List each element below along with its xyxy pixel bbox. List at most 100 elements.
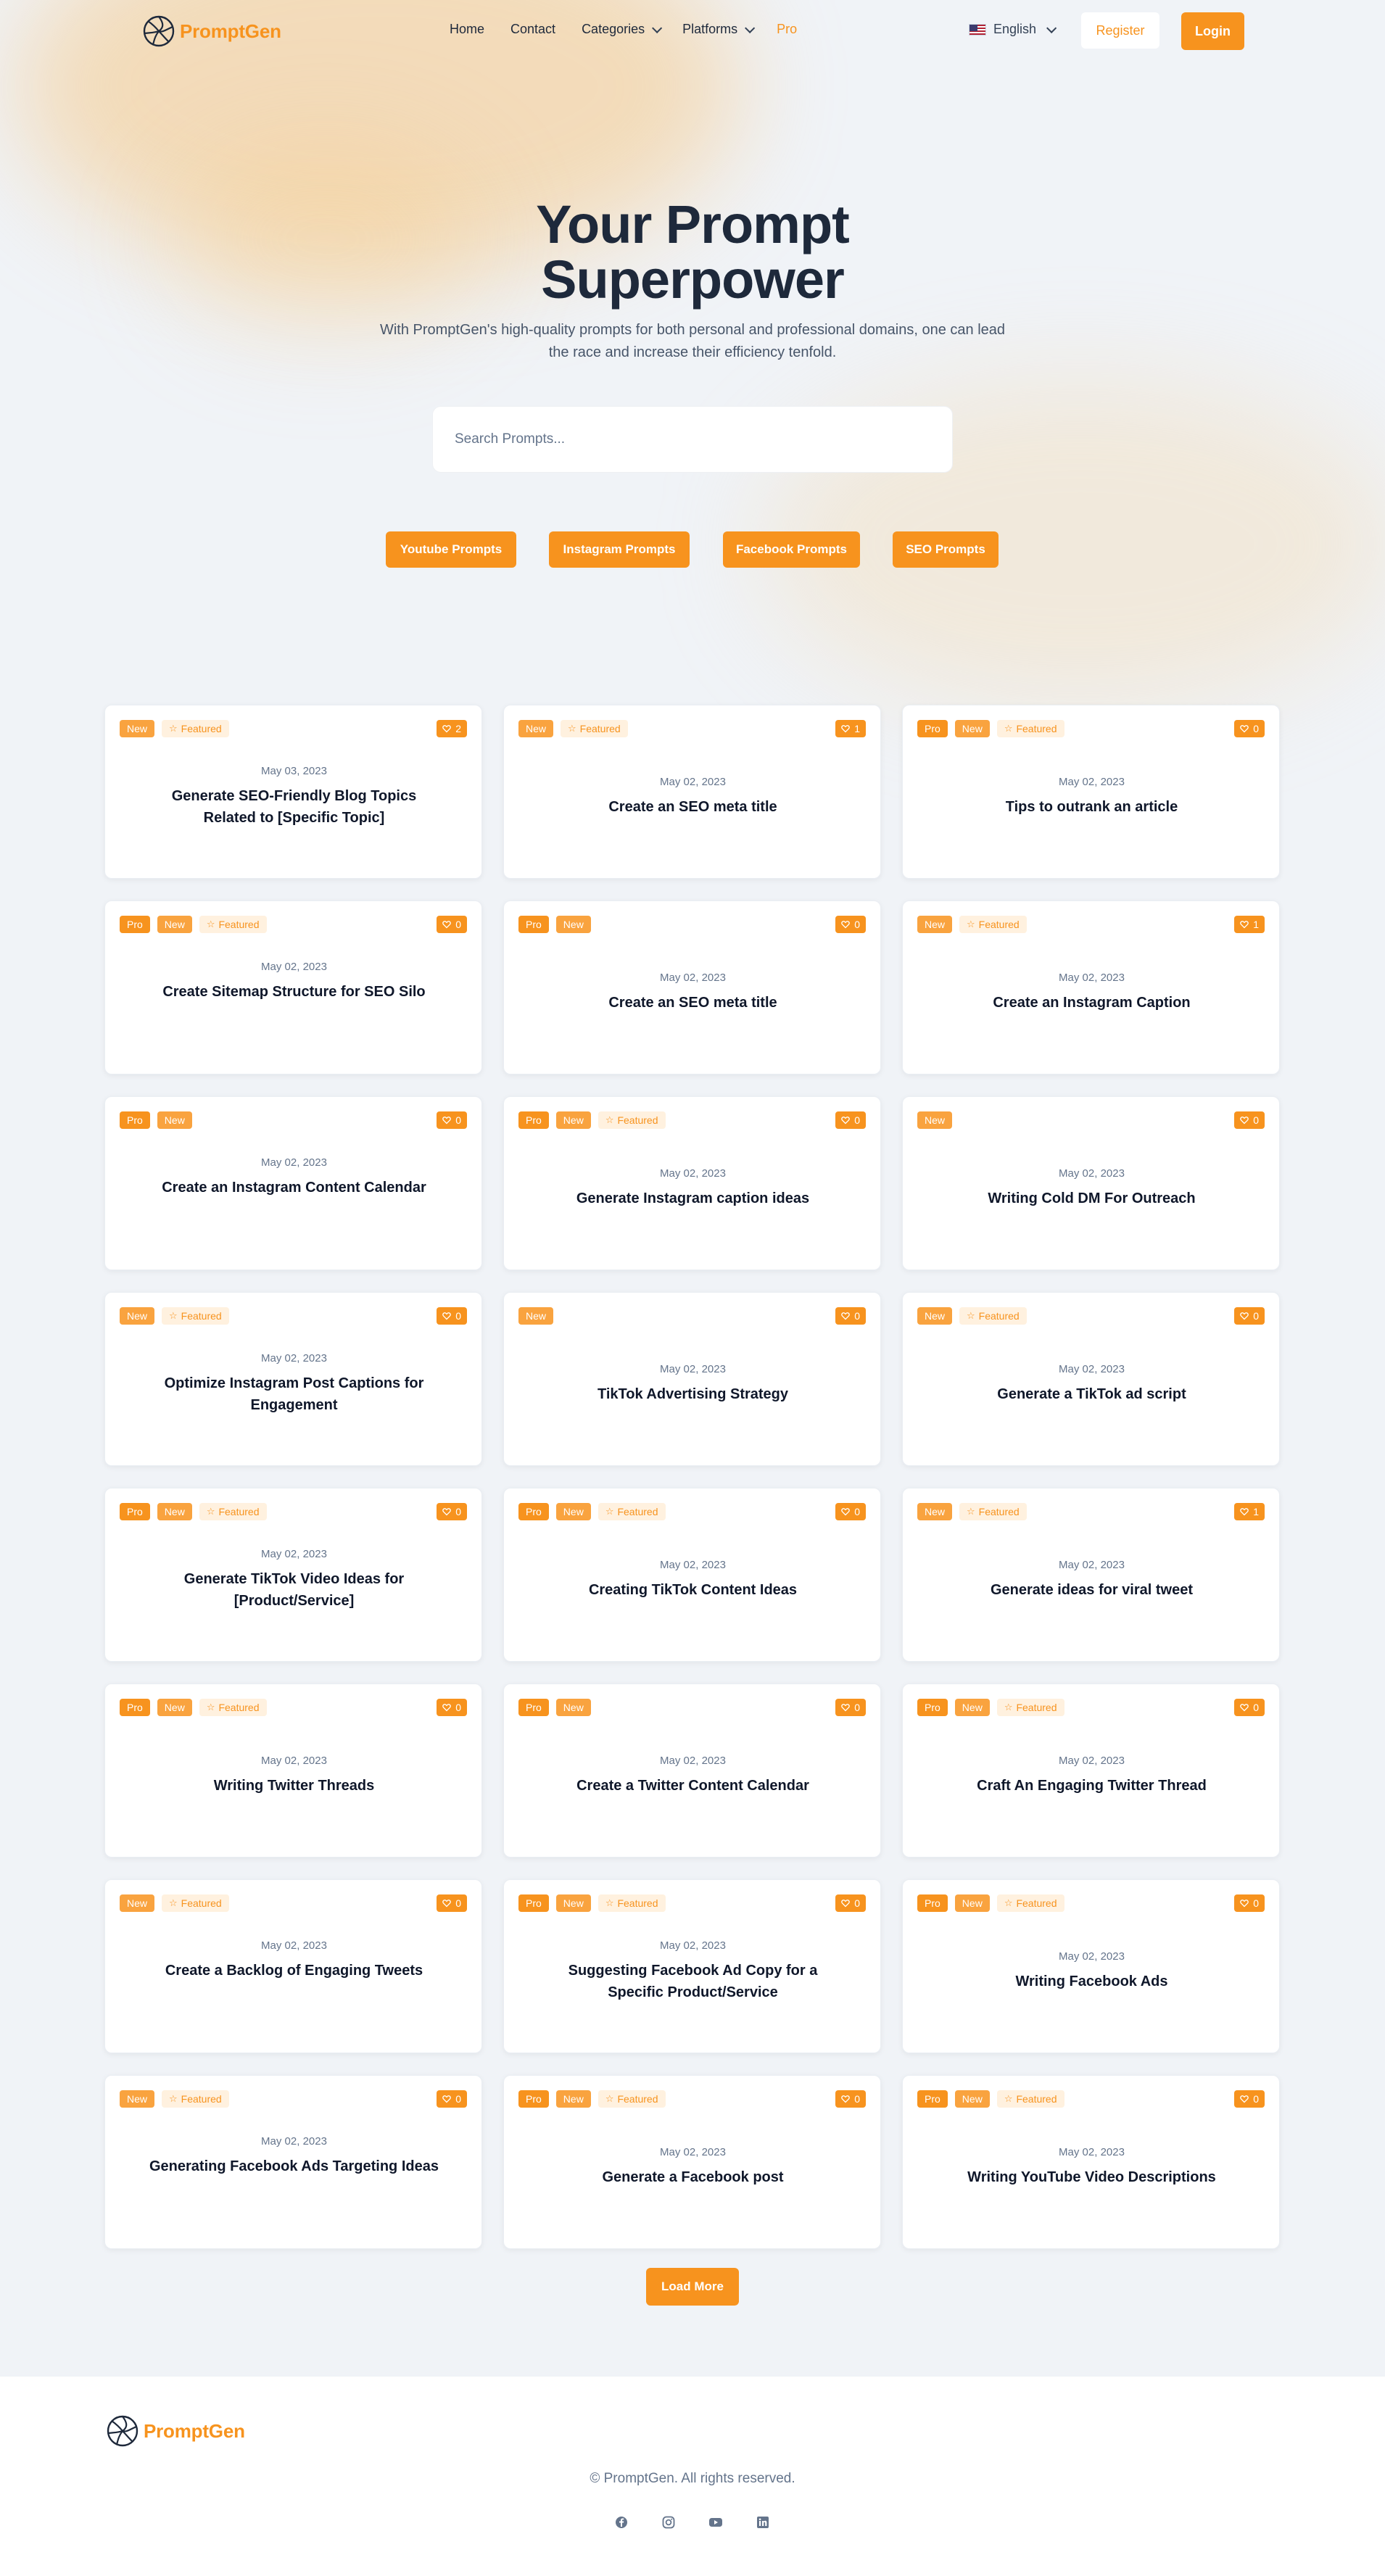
card-title[interactable]: Creating TikTok Content Ideas [547,1579,838,1601]
prompt-card[interactable]: Pro New ☆ Featured 0 May 02, 2023 Generate Tik… [104,1488,482,1662]
brand-logo[interactable]: PromptGen [142,15,281,48]
prompt-card[interactable]: Pro New ☆ Featured 0 May 02, 2023 Generate a F… [503,2075,881,2249]
prompt-card[interactable]: New ☆ Featured 0 May 02, 2023 Create a Backlo… [104,1879,482,2053]
nav-platforms[interactable]: Platforms [682,22,756,37]
prompt-card[interactable]: Pro New ☆ Featured 0 May 02, 2023 Generate Ins… [503,1096,881,1270]
like-button[interactable]: 0 [835,1894,866,1912]
card-title[interactable]: Generate TikTok Video Ideas for [Product… [149,1568,439,1612]
like-button[interactable]: 2 [437,720,467,737]
card-title[interactable]: Writing Facebook Ads [946,1971,1237,1992]
like-count: 0 [854,1897,860,1909]
card-title[interactable]: Generating Facebook Ads Targeting Ideas [149,2155,439,2177]
like-button[interactable]: 0 [835,1307,866,1325]
nav-categories[interactable]: Categories [582,22,663,37]
like-button[interactable]: 0 [1234,2090,1265,2108]
prompt-card[interactable]: Pro New 0 May 02, 2023 Create a Twitter Cont… [503,1683,881,1858]
nav-pro[interactable]: Pro [777,22,797,37]
card-title[interactable]: Create an Instagram Caption [946,992,1237,1014]
card-title[interactable]: Generate Instagram caption ideas [547,1188,838,1209]
card-title[interactable]: TikTok Advertising Strategy [547,1383,838,1405]
like-button[interactable]: 0 [835,916,866,933]
category-button-seo[interactable]: SEO Prompts [893,531,999,568]
card-title[interactable]: Create a Backlog of Engaging Tweets [149,1960,439,1981]
like-button[interactable]: 1 [835,720,866,737]
card-title[interactable]: Generate a TikTok ad script [946,1383,1237,1405]
like-button[interactable]: 0 [835,2090,866,2108]
like-button[interactable]: 0 [437,1894,467,1912]
prompt-card[interactable]: Pro New ☆ Featured 0 May 02, 2023 Craft An Eng… [902,1683,1280,1858]
prompt-card[interactable]: New ☆ Featured 1 May 02, 2023 Generate ideas … [902,1488,1280,1662]
like-button[interactable]: 0 [1234,1307,1265,1325]
heart-icon [442,1704,452,1712]
search-input[interactable] [455,431,919,447]
like-button[interactable]: 0 [437,1503,467,1520]
card-title[interactable]: Create Sitemap Structure for SEO Silo [149,981,439,1003]
card-badges: New ☆ Featured [917,1307,1027,1325]
prompt-card[interactable]: Pro New ☆ Featured 0 May 02, 2023 Writing Face… [902,1879,1280,2053]
card-title[interactable]: Create an Instagram Content Calendar [149,1177,439,1198]
card-title[interactable]: Suggesting Facebook Ad Copy for a Specif… [547,1960,838,2003]
like-button[interactable]: 0 [1234,1111,1265,1129]
prompt-card[interactable]: New ☆ Featured 1 May 02, 2023 Create an SEO m… [503,705,881,879]
card-title[interactable]: Generate ideas for viral tweet [946,1579,1237,1601]
prompt-card[interactable]: New ☆ Featured 1 May 02, 2023 Create an Insta… [902,900,1280,1074]
card-title[interactable]: Optimize Instagram Post Captions for Eng… [149,1372,439,1416]
like-button[interactable]: 0 [835,1111,866,1129]
featured-badge: ☆ Featured [959,916,1027,933]
category-button-youtube[interactable]: Youtube Prompts [386,531,516,568]
like-button[interactable]: 0 [835,1503,866,1520]
card-title[interactable]: Create an SEO meta title [547,992,838,1014]
prompt-card[interactable]: Pro New ☆ Featured 0 May 02, 2023 Suggesting F… [503,1879,881,2053]
new-badge: New [954,1699,990,1716]
like-button[interactable]: 0 [437,1111,467,1129]
like-button[interactable]: 0 [437,1699,467,1716]
nav-home[interactable]: Home [450,22,484,37]
like-button[interactable]: 0 [437,916,467,933]
instagram-icon[interactable] [661,2514,677,2530]
prompt-card[interactable]: Pro New ☆ Featured 0 May 02, 2023 Writing Twit… [104,1683,482,1858]
prompt-card[interactable]: Pro New 0 May 02, 2023 Create an SEO meta ti… [503,900,881,1074]
card-title[interactable]: Writing Twitter Threads [149,1775,439,1797]
register-button[interactable]: Register [1081,12,1159,49]
like-button[interactable]: 1 [1234,1503,1265,1520]
load-more-button[interactable]: Load More [646,2268,739,2306]
prompt-card[interactable]: Pro New 0 May 02, 2023 Create an Instagram C… [104,1096,482,1270]
card-title[interactable]: Generate a Facebook post [547,2166,838,2188]
like-button[interactable]: 0 [437,2090,467,2108]
youtube-icon[interactable] [708,2514,724,2530]
prompt-card[interactable]: New ☆ Featured 2 May 03, 2023 Generate SEO-Fr… [104,705,482,879]
category-button-facebook[interactable]: Facebook Prompts [723,531,860,568]
prompt-card[interactable]: New ☆ Featured 0 May 02, 2023 Optimize Instag… [104,1292,482,1466]
prompt-card[interactable]: New 0 May 02, 2023 Writing Cold DM For Outr… [902,1096,1280,1270]
like-button[interactable]: 1 [1234,916,1265,933]
new-badge: New [120,2090,155,2108]
card-title[interactable]: Writing Cold DM For Outreach [946,1188,1237,1209]
login-button[interactable]: Login [1181,12,1244,50]
prompt-card[interactable]: Pro New ☆ Featured 0 May 02, 2023 Tips to outr… [902,705,1280,879]
language-selector[interactable]: English [969,22,1057,37]
featured-badge: ☆ Featured [199,916,267,933]
prompt-card[interactable]: New ☆ Featured 0 May 02, 2023 Generate a TikT… [902,1292,1280,1466]
card-title[interactable]: Craft An Engaging Twitter Thread [946,1775,1237,1797]
like-button[interactable]: 0 [1234,720,1265,737]
like-button[interactable]: 0 [835,1699,866,1716]
star-icon: ☆ [206,1702,215,1712]
nav-contact[interactable]: Contact [510,22,555,37]
like-button[interactable]: 0 [1234,1894,1265,1912]
prompt-card[interactable]: New ☆ Featured 0 May 02, 2023 Generating Face… [104,2075,482,2249]
prompt-card[interactable]: Pro New ☆ Featured 0 May 02, 2023 Writing YouT… [902,2075,1280,2249]
card-title[interactable]: Writing YouTube Video Descriptions [946,2166,1237,2188]
linkedin-icon[interactable] [755,2514,771,2530]
card-title[interactable]: Create an SEO meta title [547,796,838,818]
facebook-icon[interactable] [613,2514,629,2530]
footer-brand-logo[interactable]: PromptGen [106,2414,245,2448]
like-button[interactable]: 0 [1234,1699,1265,1716]
card-title[interactable]: Tips to outrank an article [946,796,1237,818]
card-title[interactable]: Create a Twitter Content Calendar [547,1775,838,1797]
category-button-instagram[interactable]: Instagram Prompts [549,531,690,568]
prompt-card[interactable]: Pro New ☆ Featured 0 May 02, 2023 Create Sitem… [104,900,482,1074]
card-title[interactable]: Generate SEO-Friendly Blog Topics Relate… [149,785,439,829]
prompt-card[interactable]: New 0 May 02, 2023 TikTok Advertising Strat… [503,1292,881,1466]
prompt-card[interactable]: Pro New ☆ Featured 0 May 02, 2023 Creating Tik… [503,1488,881,1662]
like-button[interactable]: 0 [437,1307,467,1325]
